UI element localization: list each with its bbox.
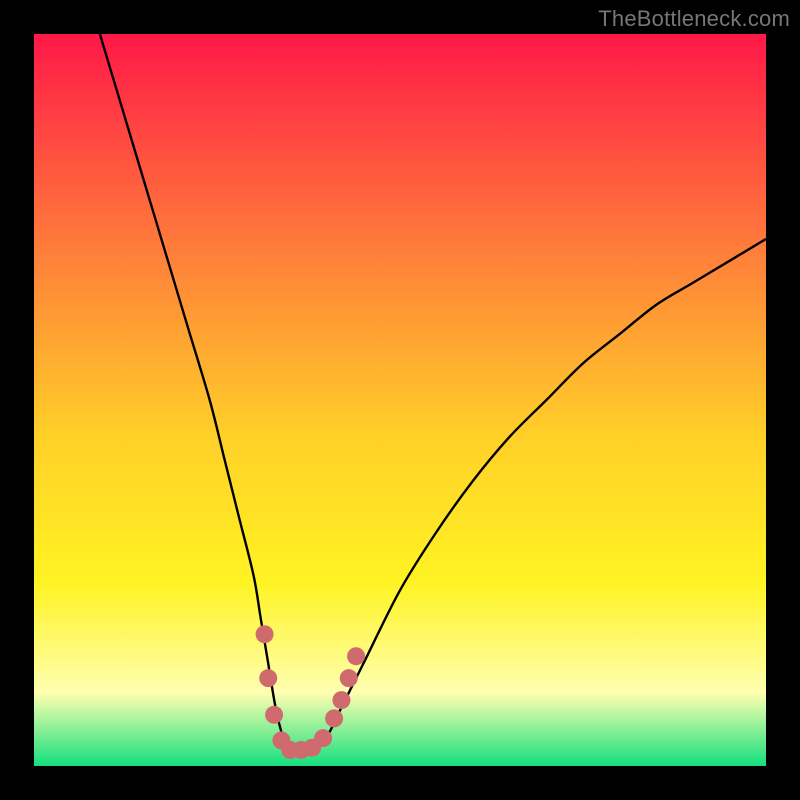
plot-area <box>34 34 766 766</box>
chart-frame: TheBottleneck.com <box>0 0 800 800</box>
curve-marker <box>347 647 365 665</box>
curve-marker <box>265 706 283 724</box>
curve-marker <box>256 625 274 643</box>
attribution-text: TheBottleneck.com <box>598 6 790 32</box>
curve-marker <box>325 709 343 727</box>
curve-marker <box>340 669 358 687</box>
curve-marker <box>259 669 277 687</box>
curve-marker <box>332 691 350 709</box>
gradient-background <box>34 34 766 766</box>
curve-marker <box>314 729 332 747</box>
chart-svg <box>34 34 766 766</box>
